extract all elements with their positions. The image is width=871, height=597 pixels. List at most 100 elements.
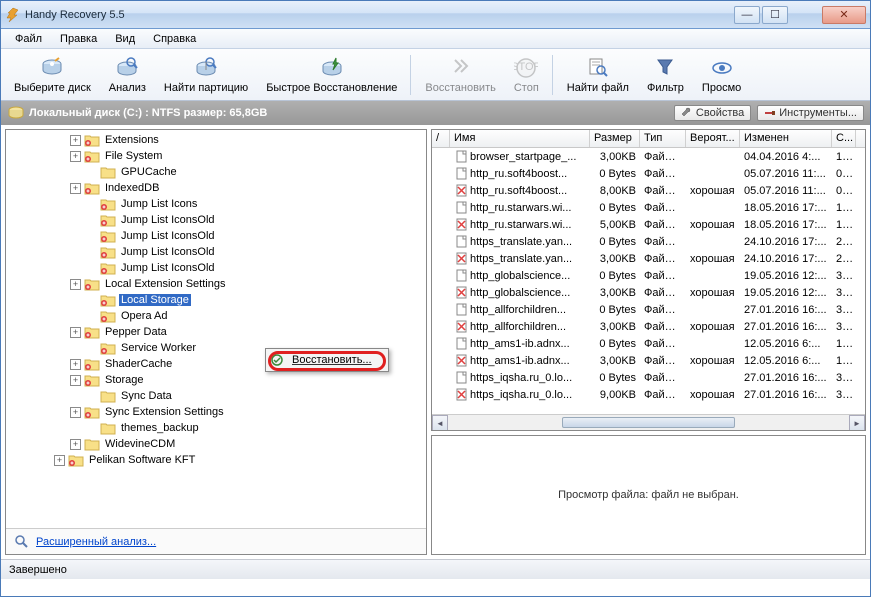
window-buttons: — ☐ ✕ — [734, 6, 866, 24]
disk-icon — [40, 56, 64, 80]
tree-item[interactable]: Jump List Icons — [6, 196, 426, 212]
context-restore-item[interactable]: Восстановить... — [268, 351, 386, 369]
svg-text:STOP: STOP — [514, 61, 538, 73]
horizontal-scrollbar[interactable]: ◄ ► — [432, 414, 865, 430]
file-row[interactable]: http_globalscience...3,00KBФайл "...хоро… — [432, 284, 865, 301]
menu-edit[interactable]: Правка — [52, 31, 105, 47]
file-row[interactable]: https_translate.yan...3,00KBФайл "...хор… — [432, 250, 865, 267]
toolbar-find-button[interactable]: Найти файл — [558, 51, 638, 99]
tree-item[interactable]: themes_backup — [6, 420, 426, 436]
expander-icon[interactable]: + — [70, 439, 81, 450]
status-text: Завершено — [9, 564, 67, 576]
tree-item[interactable]: Jump List IconsOld — [6, 244, 426, 260]
file-icon — [454, 235, 468, 249]
column-header[interactable]: Имя — [450, 130, 590, 147]
column-header[interactable]: С... — [832, 130, 856, 147]
tree-item[interactable]: Opera Ad — [6, 308, 426, 324]
file-icon — [454, 388, 468, 402]
tools-button[interactable]: Инструменты... — [757, 105, 864, 121]
tree-item[interactable]: GPUCache — [6, 164, 426, 180]
file-row[interactable]: https_iqsha.ru_0.lo...0 BytesФайл "...27… — [432, 369, 865, 386]
maximize-button[interactable]: ☐ — [762, 6, 788, 24]
tree-item[interactable]: +Storage — [6, 372, 426, 388]
file-row[interactable]: browser_startpage_...3,00KBФайл "...04.0… — [432, 148, 865, 165]
expander-icon[interactable]: + — [70, 407, 81, 418]
list-body[interactable]: browser_startpage_...3,00KBФайл "...04.0… — [432, 148, 865, 414]
folder-icon — [100, 214, 116, 227]
expander-icon[interactable]: + — [70, 151, 81, 162]
close-button[interactable]: ✕ — [822, 6, 866, 24]
menu-help[interactable]: Справка — [145, 31, 204, 47]
column-header[interactable]: Изменен — [740, 130, 832, 147]
tree-item[interactable]: +Pepper Data — [6, 324, 426, 340]
folder-icon — [100, 262, 116, 275]
tree-item[interactable]: +File System — [6, 148, 426, 164]
tools-icon — [764, 107, 776, 119]
tree-item[interactable]: Jump List IconsOld — [6, 212, 426, 228]
folder-icon — [84, 278, 100, 291]
tree-item[interactable]: Jump List IconsOld — [6, 228, 426, 244]
expander-icon[interactable]: + — [54, 455, 65, 466]
scroll-right-arrow[interactable]: ► — [849, 415, 865, 431]
file-row[interactable]: http_ru.soft4boost...0 BytesФайл "...05.… — [432, 165, 865, 182]
tree-item[interactable]: Sync Data — [6, 388, 426, 404]
tree-item[interactable]: +Sync Extension Settings — [6, 404, 426, 420]
expander-icon[interactable]: + — [70, 183, 81, 194]
toolbar-filter-button[interactable]: Фильтр — [638, 51, 693, 99]
preview-empty-text: Просмотр файла: файл не выбран. — [558, 489, 739, 501]
properties-button[interactable]: Свойства — [674, 105, 751, 121]
column-header[interactable]: Тип — [640, 130, 686, 147]
expander-icon[interactable]: + — [70, 135, 81, 146]
toolbar-disk-part-button[interactable]: Найти партицию — [155, 51, 257, 99]
folder-icon — [100, 422, 116, 435]
file-row[interactable]: http_ru.starwars.wi...5,00KBФайл "...хор… — [432, 216, 865, 233]
file-row[interactable]: http_ru.soft4boost...8,00KBФайл "...хоро… — [432, 182, 865, 199]
folder-icon — [100, 246, 116, 259]
file-row[interactable]: http_globalscience...0 BytesФайл "...19.… — [432, 267, 865, 284]
disk-icon — [7, 104, 25, 122]
expander-icon[interactable]: + — [70, 359, 81, 370]
tree-item[interactable]: +WidevineCDM — [6, 436, 426, 452]
folder-icon — [100, 342, 116, 355]
folder-icon — [84, 326, 100, 339]
file-row[interactable]: http_ru.starwars.wi...0 BytesФайл "...18… — [432, 199, 865, 216]
tree-item[interactable]: +IndexedDB — [6, 180, 426, 196]
folder-tree[interactable]: +Extensions+File SystemGPUCache+IndexedD… — [6, 130, 426, 528]
file-icon — [454, 252, 468, 266]
expander-icon[interactable]: + — [70, 327, 81, 338]
menu-file[interactable]: Файл — [7, 31, 50, 47]
preview-pane: Просмотр файла: файл не выбран. — [431, 435, 866, 555]
toolbar-eye-button[interactable]: Просмо — [693, 51, 750, 99]
folder-icon — [68, 454, 84, 467]
scroll-left-arrow[interactable]: ◄ — [432, 415, 448, 431]
minimize-button[interactable]: — — [734, 6, 760, 24]
tree-item[interactable]: +Pelikan Software KFT — [6, 452, 426, 468]
file-row[interactable]: http_ams1-ib.adnx...0 BytesФайл "...12.0… — [432, 335, 865, 352]
column-header[interactable]: / — [432, 130, 450, 147]
tree-item[interactable]: +Extensions — [6, 132, 426, 148]
toolbar-stop-button: STOPСтоп — [505, 51, 548, 99]
file-row[interactable]: https_iqsha.ru_0.lo...9,00KBФайл "...хор… — [432, 386, 865, 403]
toolbar-disk-fast-button[interactable]: Быстрое Восстановление — [257, 51, 406, 99]
file-row[interactable]: http_allforchildren...3,00KBФайл "...хор… — [432, 318, 865, 335]
folder-icon — [84, 358, 100, 371]
context-menu[interactable]: Восстановить... — [265, 348, 389, 372]
file-list: /ИмяРазмерТипВероят...ИзмененС... browse… — [431, 129, 866, 431]
column-header[interactable]: Вероят... — [686, 130, 740, 147]
file-row[interactable]: https_translate.yan...0 BytesФайл "...24… — [432, 233, 865, 250]
toolbar-arrows-button: Восстановить — [416, 51, 504, 99]
tree-item[interactable]: +Local Extension Settings — [6, 276, 426, 292]
menubar: Файл Правка Вид Справка — [1, 29, 870, 49]
menu-view[interactable]: Вид — [107, 31, 143, 47]
file-row[interactable]: http_allforchildren...0 BytesФайл "...27… — [432, 301, 865, 318]
toolbar-disk-search-button[interactable]: Анализ — [100, 51, 155, 99]
expander-icon[interactable]: + — [70, 279, 81, 290]
tree-item[interactable]: Local Storage — [6, 292, 426, 308]
toolbar-disk-button[interactable]: Выберите диск — [5, 51, 100, 99]
scroll-thumb[interactable] — [562, 417, 735, 428]
advanced-analysis-link[interactable]: Расширенный анализ... — [36, 536, 156, 548]
expander-icon[interactable]: + — [70, 375, 81, 386]
column-header[interactable]: Размер — [590, 130, 640, 147]
tree-item[interactable]: Jump List IconsOld — [6, 260, 426, 276]
file-row[interactable]: http_ams1-ib.adnx...3,00KBФайл "...хорош… — [432, 352, 865, 369]
